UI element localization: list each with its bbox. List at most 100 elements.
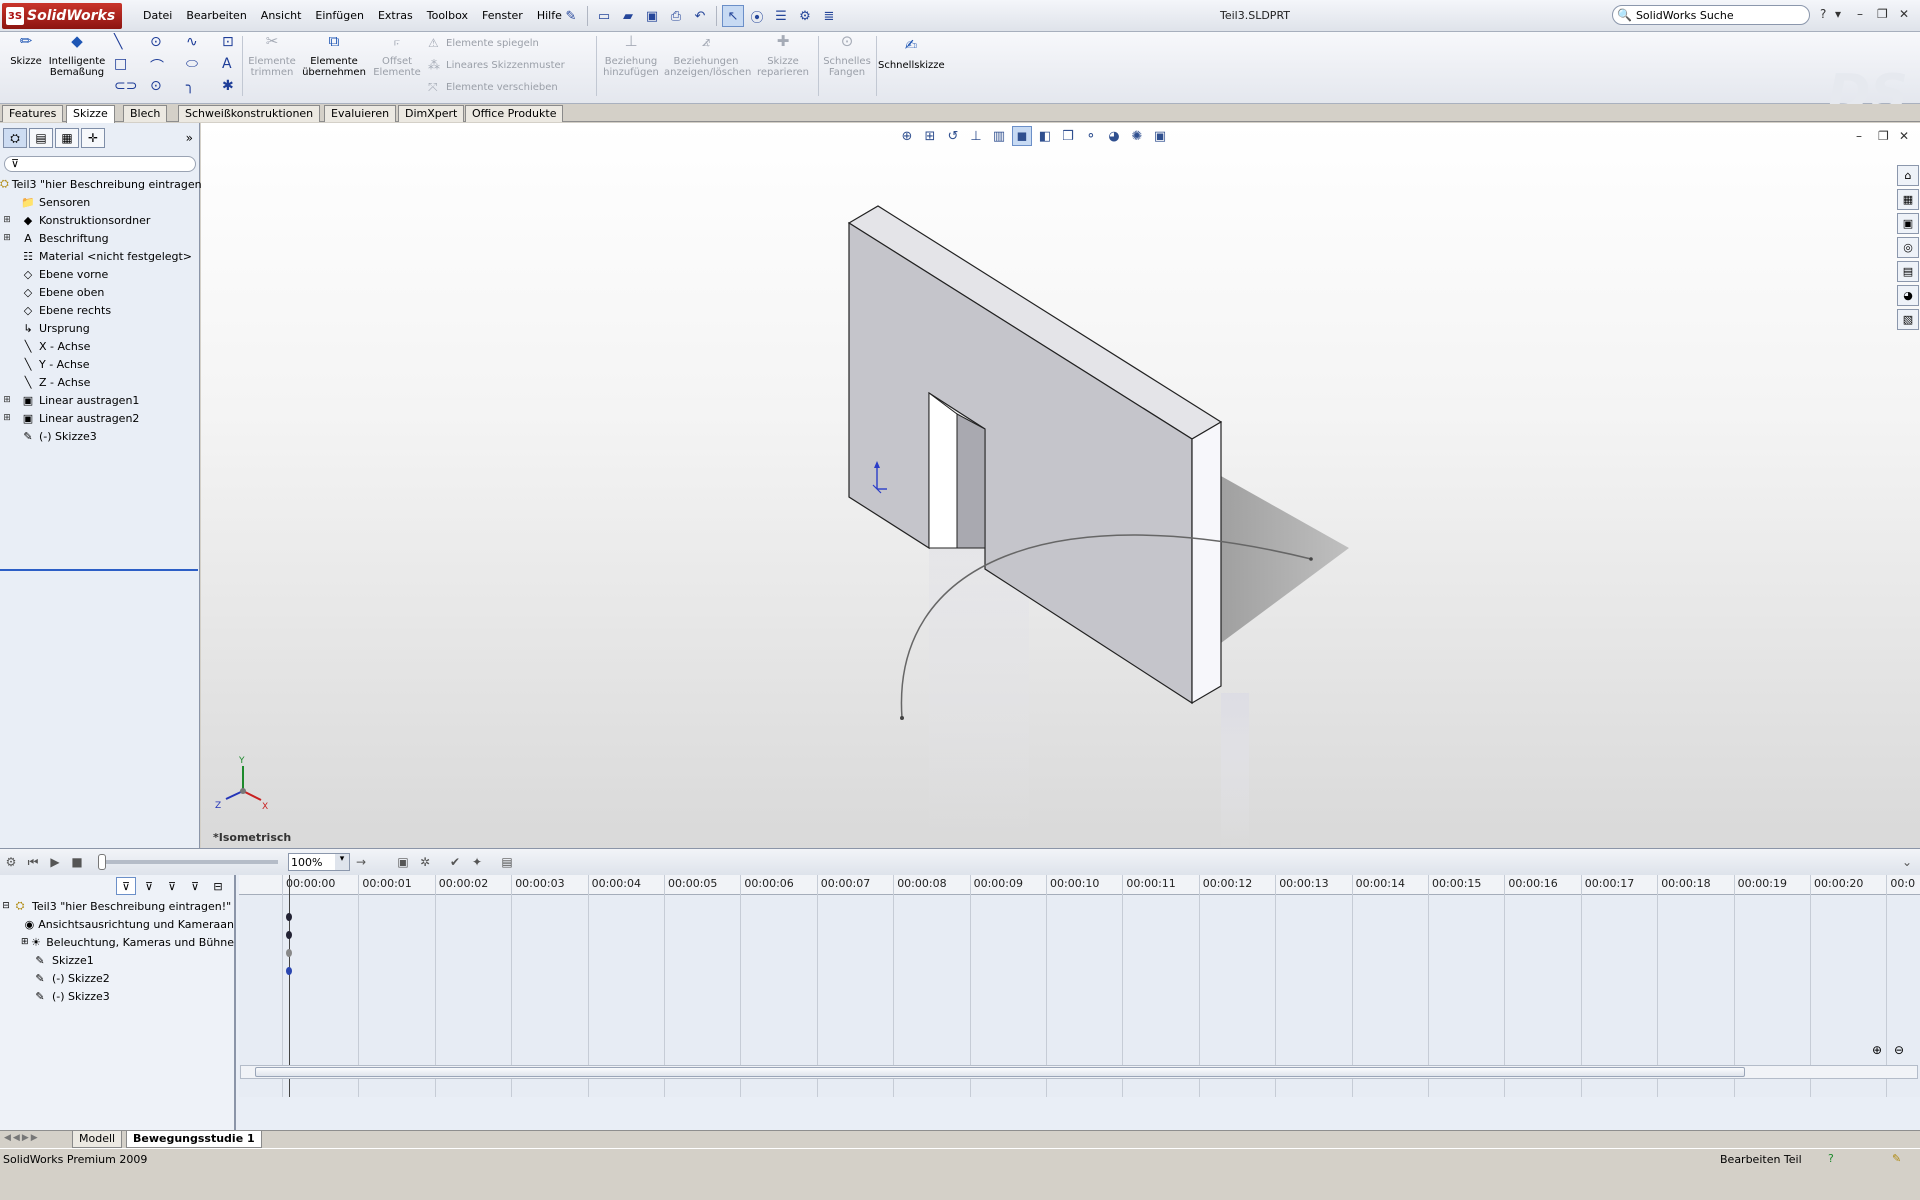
filter-driving-icon[interactable]: ⊽: [139, 877, 159, 895]
stop-icon[interactable]: ■: [66, 855, 88, 869]
tree-item[interactable]: ✎ (-) Skizze3: [0, 427, 198, 445]
tab-bewegungsstudie-1[interactable]: Bewegungsstudie 1: [126, 1131, 262, 1148]
menu-datei[interactable]: Datei: [136, 7, 179, 24]
help-dropdown-icon[interactable]: ▾: [1835, 7, 1841, 21]
dimxpert-manager-tab-icon[interactable]: ✛: [81, 128, 105, 148]
rapid-sketch-button[interactable]: ✍ Schnellskizze: [878, 38, 945, 72]
linear-pattern-button[interactable]: ⁂ Lineares Skizzenmuster: [428, 58, 565, 72]
playback-zoom-select[interactable]: 100% ▾: [288, 853, 350, 871]
smart-dimension-button[interactable]: ◆ Intelligente Bemaßung: [46, 34, 108, 79]
scrollbar-thumb[interactable]: [255, 1067, 1745, 1077]
key-point[interactable]: [286, 949, 292, 957]
tree-item[interactable]: ⊞ ▣ Linear austragen1: [0, 391, 198, 409]
tree-item[interactable]: ⊞ ▣ Linear austragen2: [0, 409, 198, 427]
slot-tool-icon[interactable]: ⊂⊃: [114, 78, 150, 100]
menu-ansicht[interactable]: Ansicht: [254, 7, 309, 24]
menu-bearbeiten[interactable]: Bearbeiten: [179, 7, 253, 24]
sketch-endpoint[interactable]: [900, 716, 904, 720]
graphics-area[interactable]: ⊕ ⊞ ↺ ⊥ ▥ ◼ ◧ ❒ ⚬ ◕ ✺ ▣ – ❐ ✕ ⌂ ▦ ▣ ◎ ▤ …: [201, 123, 1920, 848]
tree-item[interactable]: ╲ Y - Achse: [0, 355, 198, 373]
polygon-tool-icon[interactable]: ⊙: [150, 78, 186, 100]
key-point[interactable]: [286, 913, 292, 921]
menu-einfuegen[interactable]: Einfügen: [308, 7, 371, 24]
help-status-icon[interactable]: ?: [1828, 1152, 1834, 1165]
motion-tree-root[interactable]: ⊟ ⛭ Teil3 "hier Beschreibung eintragen!": [0, 897, 234, 915]
close-icon[interactable]: ✕: [1899, 7, 1909, 21]
restore-icon[interactable]: ❐: [1877, 7, 1888, 21]
motion-tree-item[interactable]: ⊞ ☀ Beleuchtung, Kameras und Bühne: [0, 933, 234, 951]
tab-scroll-arrows-icon[interactable]: ◀◀▶▶: [4, 1133, 40, 1143]
undo-icon[interactable]: ↶: [689, 5, 711, 27]
timeline-header[interactable]: 00:00:00 00:00:01 00:00:02 00:00:03 00:00:04…: [239, 875, 1920, 895]
motion-tree-item[interactable]: ◉ Ansichtsausrichtung und Kameraan: [0, 915, 234, 933]
rebuild-status-icon[interactable]: ✎: [1892, 1152, 1901, 1165]
rebuild-traffic-light-icon[interactable]: ⦿: [746, 5, 768, 27]
play-icon[interactable]: ▶: [44, 855, 66, 869]
tree-item[interactable]: ◇ Ebene rechts: [0, 301, 198, 319]
convert-entities-button[interactable]: ⧉ Elemente übernehmen: [302, 34, 366, 79]
expand-icon[interactable]: ⊞: [2, 233, 12, 243]
expand-icon[interactable]: ⊞: [2, 413, 12, 423]
ellipse-tool-icon[interactable]: ⬭: [186, 56, 222, 78]
key-point[interactable]: [286, 931, 292, 939]
add-key-icon[interactable]: ✦: [466, 855, 488, 869]
menu-toolbox[interactable]: Toolbox: [420, 7, 475, 24]
search-input[interactable]: SolidWorks Suche: [1636, 9, 1734, 22]
save-animation-icon[interactable]: ▣: [392, 855, 414, 869]
tab-blech[interactable]: Blech: [123, 105, 168, 122]
tree-item[interactable]: ◇ Ebene vorne: [0, 265, 198, 283]
new-document-icon[interactable]: ▭: [593, 5, 615, 27]
tab-evaluieren[interactable]: Evaluieren: [324, 105, 397, 122]
animation-wizard-icon[interactable]: ✲: [414, 855, 436, 869]
minimize-icon[interactable]: –: [1857, 7, 1863, 21]
expand-panel-icon[interactable]: »: [186, 131, 193, 145]
collapse-icon[interactable]: ⊟: [0, 901, 12, 911]
options-gear-icon[interactable]: ⚙: [794, 5, 816, 27]
rollback-bar[interactable]: [0, 569, 198, 571]
filter-animated-icon[interactable]: ⊽: [116, 877, 136, 895]
motion-tree-item[interactable]: ✎ Skizze1: [0, 951, 234, 969]
tree-item[interactable]: ☷ Material <nicht festgelegt>: [0, 247, 198, 265]
property-manager-tab-icon[interactable]: ▤: [29, 128, 53, 148]
line-tool-icon[interactable]: ╲: [114, 34, 150, 56]
tab-dimxpert[interactable]: DimXpert: [398, 105, 465, 122]
tree-root[interactable]: ⛭ Teil3 "hier Beschreibung eintragen!": [0, 175, 211, 193]
open-folder-icon[interactable]: ▰: [617, 5, 639, 27]
skizze-button[interactable]: ✏ Skizze: [8, 34, 44, 68]
display-relations-button[interactable]: ⦨ Beziehungen anzeigen/löschen: [664, 34, 751, 79]
tree-item[interactable]: ↳ Ursprung: [0, 319, 198, 337]
select-arrow-icon[interactable]: ↖: [722, 5, 744, 27]
tree-item[interactable]: ⊞ A Beschriftung: [0, 229, 198, 247]
timeline-zoom-out-icon[interactable]: ⊖: [1894, 1043, 1904, 1057]
search-box[interactable]: 🔍 SolidWorks Suche: [1612, 5, 1810, 25]
slider-thumb[interactable]: [98, 854, 106, 870]
autokey-icon[interactable]: ✔: [444, 855, 466, 869]
playback-speed-slider[interactable]: [98, 854, 278, 870]
time-bar[interactable]: [289, 875, 290, 1097]
expand-icon[interactable]: ⊞: [2, 395, 12, 405]
tree-item[interactable]: ╲ Z - Achse: [0, 373, 198, 391]
menu-fenster[interactable]: Fenster: [475, 7, 530, 24]
sketch-endpoint[interactable]: [1309, 557, 1313, 561]
pin-icon[interactable]: ✎: [560, 5, 582, 27]
chevron-down-icon[interactable]: ▾: [335, 854, 349, 870]
point-tool-icon[interactable]: ✱: [222, 78, 258, 100]
timeline-scrollbar[interactable]: [240, 1065, 1918, 1079]
configuration-manager-tab-icon[interactable]: ▦: [55, 128, 79, 148]
expand-icon[interactable]: ⊞: [20, 937, 30, 947]
sort-icon[interactable]: ⊟: [208, 877, 228, 895]
tree-item[interactable]: 📁 Sensoren: [0, 193, 198, 211]
motion-tree-item[interactable]: ✎ (-) Skizze2: [0, 969, 234, 987]
offset-entities-button[interactable]: ⟔ Offset Elemente: [372, 34, 422, 79]
tree-item[interactable]: ⊞ ◆ Konstruktionsordner: [0, 211, 198, 229]
timeline-zoom-in-icon[interactable]: ⊕: [1872, 1043, 1882, 1057]
expand-icon[interactable]: ⊞: [2, 215, 12, 225]
circle-tool-icon[interactable]: ⊙: [150, 34, 186, 56]
collapse-motion-manager-icon[interactable]: ⌄: [1896, 855, 1918, 869]
repair-sketch-button[interactable]: ✚ Skizze reparieren: [752, 34, 814, 79]
file-properties-icon[interactable]: ☰: [770, 5, 792, 27]
tab-features[interactable]: Features: [2, 105, 64, 122]
calculate-icon[interactable]: ⚙: [0, 855, 22, 869]
motion-tree-item[interactable]: ✎ (-) Skizze3: [0, 987, 234, 1005]
tab-modell[interactable]: Modell: [72, 1131, 123, 1148]
